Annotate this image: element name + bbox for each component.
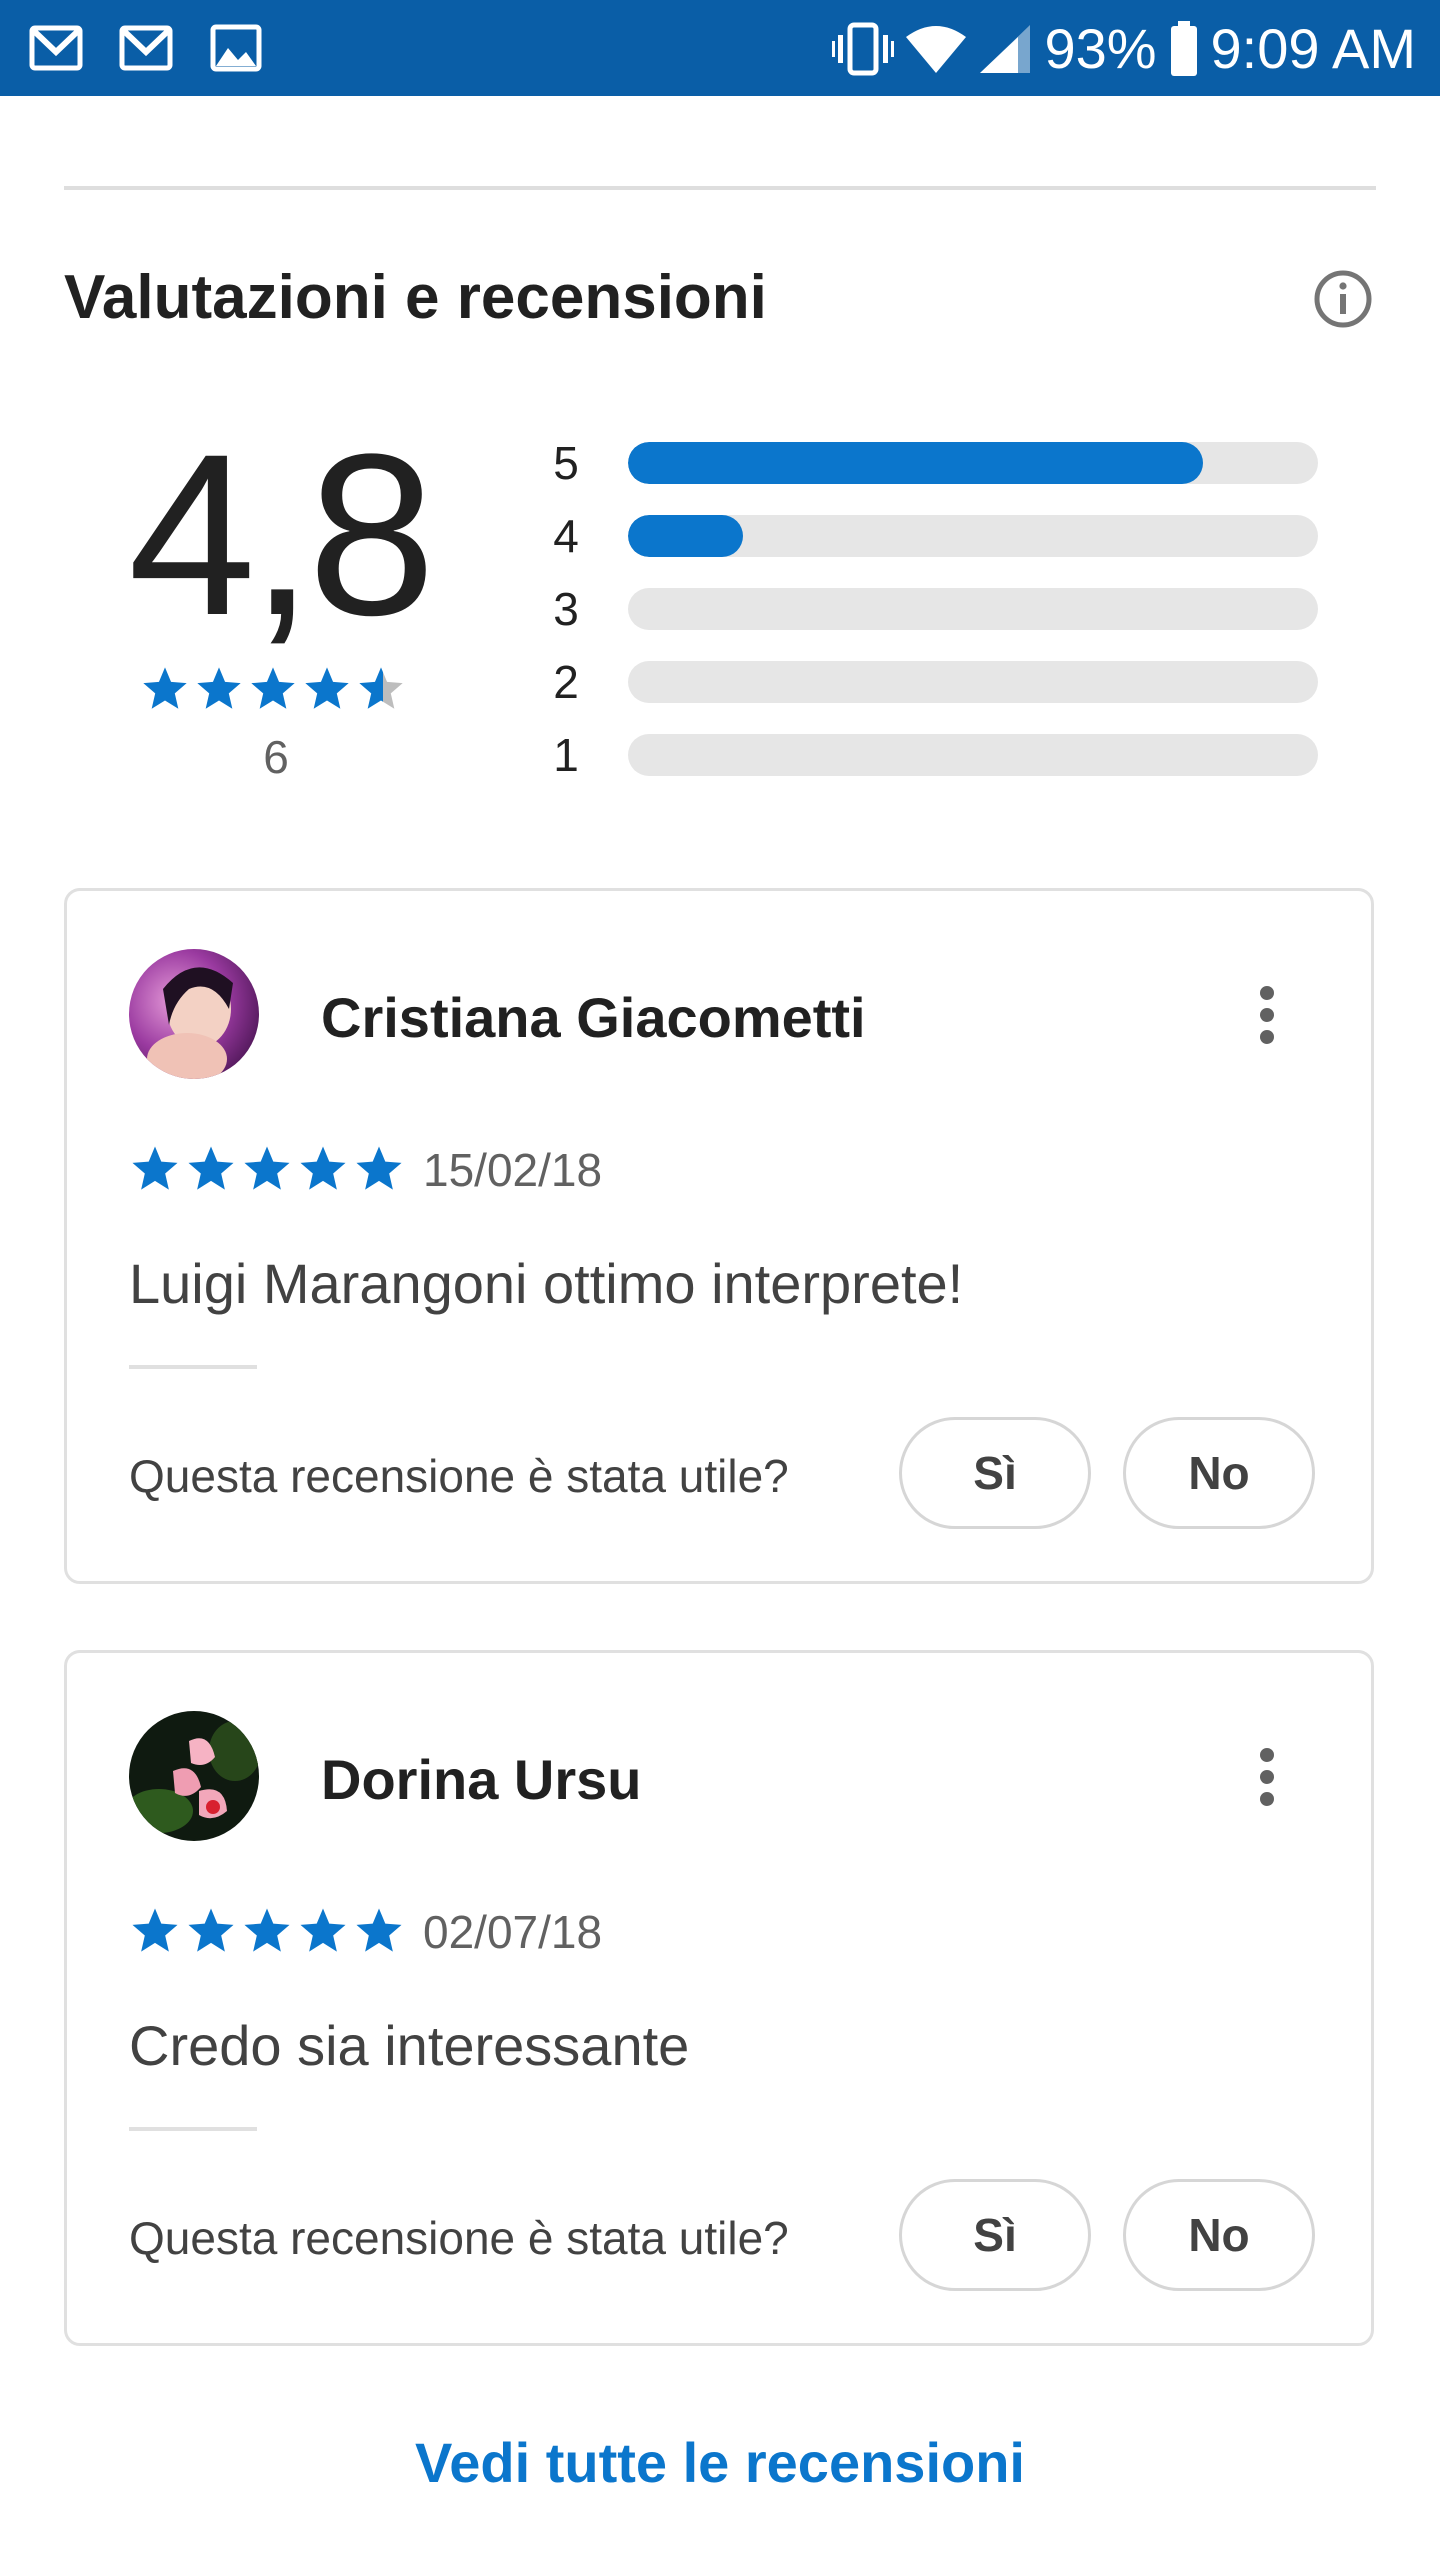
rating-count: 6 xyxy=(263,731,289,783)
reviewer-name: Dorina Ursu xyxy=(321,1748,642,1811)
review-rating-stars xyxy=(129,1143,405,1195)
star-full-icon xyxy=(132,1908,178,1952)
helpful-question: Questa recensione è stata utile? xyxy=(129,2212,789,2264)
review-date: 15/02/18 xyxy=(423,1144,603,1196)
vibrate-icon xyxy=(832,22,895,76)
histogram-label: 3 xyxy=(553,583,579,635)
signal-icon xyxy=(980,25,1031,73)
status-bar: 93% 9:09 AM xyxy=(0,0,1440,96)
wifi-icon xyxy=(906,26,967,73)
battery-percentage: 93% xyxy=(1044,17,1157,80)
star-full-icon xyxy=(143,667,187,709)
histogram-label: 1 xyxy=(553,729,579,781)
star-full-icon xyxy=(197,667,241,709)
review-date: 02/07/18 xyxy=(423,1906,603,1958)
star-full-icon xyxy=(305,667,349,709)
star-full-icon xyxy=(356,1146,402,1190)
notification-icons xyxy=(28,22,264,74)
histogram-fill xyxy=(628,442,1203,484)
histogram-fill xyxy=(628,515,744,557)
avatar[interactable] xyxy=(129,949,259,1079)
more-options-icon[interactable] xyxy=(1255,983,1279,1047)
helpful-question: Questa recensione è stata utile? xyxy=(129,1450,789,1502)
average-rating: 4,8 xyxy=(128,406,436,663)
star-full-icon xyxy=(244,1908,290,1952)
see-all-reviews-link[interactable]: Vedi tutte le recensioni xyxy=(0,2430,1440,2495)
star-full-icon xyxy=(356,1908,402,1952)
more-options-icon[interactable] xyxy=(1255,1745,1279,1809)
histogram-row-1: 1 xyxy=(548,729,1318,781)
histogram-row-4: 4 xyxy=(548,510,1318,562)
review-rating-stars xyxy=(129,1905,405,1957)
system-indicators: 93% 9:09 AM xyxy=(832,14,1416,84)
star-full-icon xyxy=(132,1146,178,1190)
helpful-yes-button[interactable]: Sì xyxy=(899,2179,1091,2291)
review-card: Dorina Ursu 02/07/18 Credo sia interessa… xyxy=(64,1650,1374,2346)
helpful-no-button[interactable]: No xyxy=(1123,2179,1315,2291)
review-text: Credo sia interessante xyxy=(129,2014,690,2077)
review-divider xyxy=(129,1365,257,1369)
histogram-track xyxy=(628,442,1318,484)
histogram-track xyxy=(628,734,1318,776)
clock: 9:09 AM xyxy=(1210,17,1416,80)
histogram-track xyxy=(628,515,1318,557)
histogram-row-5: 5 xyxy=(548,437,1318,489)
section-divider xyxy=(64,186,1376,190)
histogram-label: 4 xyxy=(553,510,579,562)
star-full-icon xyxy=(251,667,295,709)
ratings-section-title: Valutazioni e recensioni xyxy=(64,263,767,332)
star-full-icon xyxy=(188,1146,234,1190)
helpful-no-button[interactable]: No xyxy=(1123,1417,1315,1529)
image-icon xyxy=(210,24,262,72)
gmail-icon xyxy=(119,25,173,71)
histogram-row-2: 2 xyxy=(548,656,1318,708)
battery-icon xyxy=(1170,21,1197,76)
histogram-row-3: 3 xyxy=(548,583,1318,635)
histogram-track xyxy=(628,661,1318,703)
avatar[interactable] xyxy=(129,1711,259,1841)
review-card: Cristiana Giacometti 15/02/18 Luigi Mara… xyxy=(64,888,1374,1584)
histogram-label: 2 xyxy=(553,656,579,708)
histogram-track xyxy=(628,588,1318,630)
gmail-icon xyxy=(29,25,83,71)
info-icon[interactable] xyxy=(1312,268,1374,330)
histogram-label: 5 xyxy=(553,437,579,489)
average-rating-stars xyxy=(140,664,406,714)
reviewer-name: Cristiana Giacometti xyxy=(321,986,866,1049)
star-full-icon xyxy=(188,1908,234,1952)
star-full-icon xyxy=(300,1908,346,1952)
review-divider xyxy=(129,2127,257,2131)
star-full-icon xyxy=(300,1146,346,1190)
helpful-yes-button[interactable]: Sì xyxy=(899,1417,1091,1529)
review-text: Luigi Marangoni ottimo interprete! xyxy=(129,1252,964,1315)
star-half-icon xyxy=(359,667,403,709)
star-full-icon xyxy=(244,1146,290,1190)
